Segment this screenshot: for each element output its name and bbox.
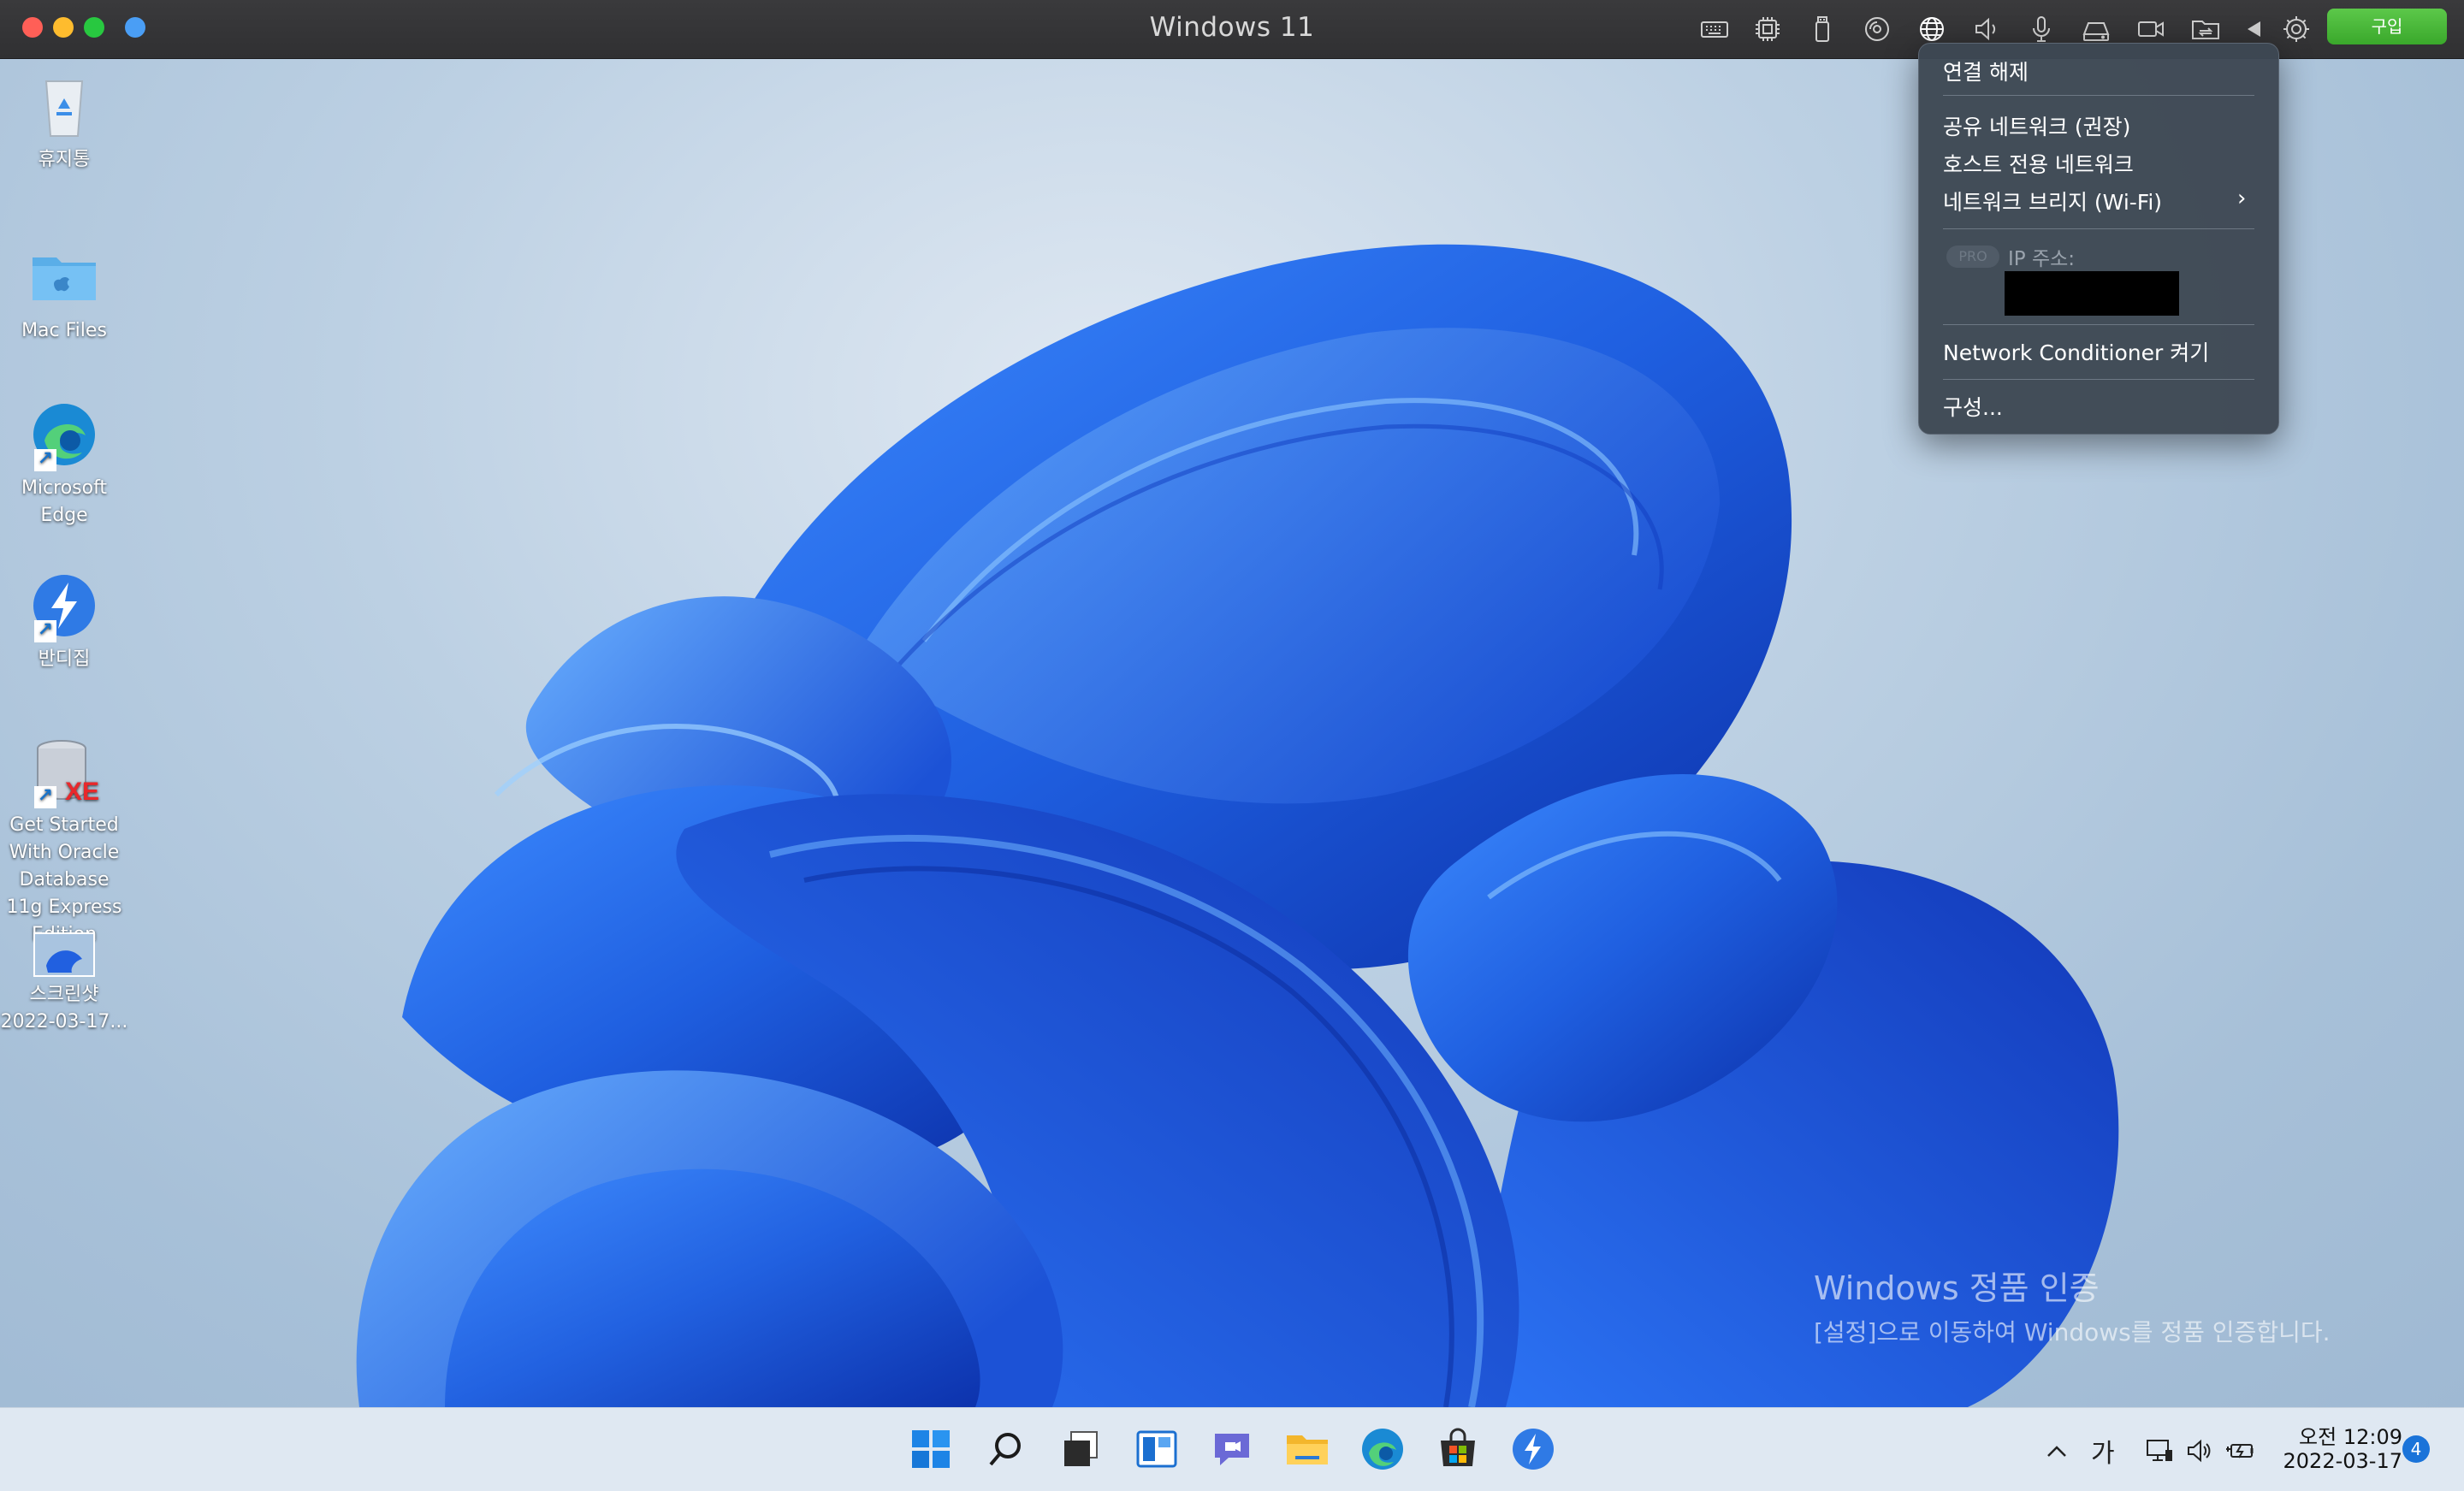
edge-icon: ↗ [27,398,101,471]
windows-start-icon[interactable] [907,1425,955,1473]
fullscreen-window-button[interactable] [84,17,104,38]
desktop-icon-oracle-database[interactable]: XE ↗ Get Started With Oracle Database 11… [0,735,128,949]
menu-separator [1943,379,2254,380]
ime-indicator[interactable]: 가 [2091,1432,2115,1470]
desktop-icon-label: Mac Files [21,320,107,341]
gear-icon[interactable] [2279,12,2313,46]
volume-icon[interactable] [2182,1434,2216,1468]
minimize-window-button[interactable] [53,17,74,38]
menu-item-configure[interactable]: 구성... [1943,391,2003,422]
close-window-button[interactable] [22,17,43,38]
desktop-icon-recycle-bin[interactable]: 휴지통 [0,69,128,174]
arrow-left-icon[interactable] [2236,12,2271,46]
recycle-bin-icon [27,69,101,143]
notification-badge[interactable]: 4 [2402,1435,2430,1463]
menu-separator [1943,324,2254,325]
teams-chat-icon[interactable] [1208,1425,1256,1473]
widgets-icon[interactable] [1133,1425,1181,1473]
desktop-icon-label: 휴지통 [38,149,91,170]
microphone-icon[interactable] [2024,12,2058,46]
menu-item-network-conditioner[interactable]: Network Conditioner 켜기 [1943,336,2209,367]
menu-item-disconnect[interactable]: 연결 해제 [1943,56,2029,86]
menu-item-bridged-network[interactable]: 네트워크 브리지 (Wi-Fi) [1943,186,2162,216]
usb-icon[interactable] [1805,12,1839,46]
search-icon[interactable] [982,1425,1030,1473]
keyboard-icon[interactable] [1697,12,1732,46]
network-dropdown-menu: 연결 해제 공유 네트워크 (권장) 호스트 전용 네트워크 네트워크 브리지 … [1918,43,2279,435]
database-icon: XE ↗ [27,735,101,808]
clock-time[interactable]: 오전 12:09 [2266,1420,2402,1450]
windows-taskbar: 가 오전 12:09 2022-03-17 4 [0,1407,2464,1491]
window-title: Windows 11 [1149,12,1315,43]
image-thumbnail-icon [27,932,101,978]
speaker-icon[interactable] [1969,12,2004,46]
desktop-icon-label: 반디집 [38,648,91,670]
battery-charging-icon[interactable] [2224,1434,2259,1468]
bandizip-icon[interactable] [1509,1425,1557,1473]
desktop-icon-microsoft-edge[interactable]: ↗ Microsoft Edge [0,398,128,530]
task-view-icon[interactable] [1057,1425,1105,1473]
bandizip-icon: ↗ [27,569,101,642]
shared-folder-icon[interactable] [2189,12,2223,46]
shortcut-arrow-icon: ↗ [34,786,56,808]
shortcut-arrow-icon: ↗ [34,449,56,471]
coherence-button[interactable] [125,17,145,38]
buy-button[interactable]: 구입 [2327,9,2447,44]
drive-icon[interactable] [2079,12,2113,46]
chevron-right-icon: › [2237,186,2247,211]
edge-icon[interactable] [1359,1425,1407,1473]
desktop-icon-label: Microsoft Edge [21,477,108,526]
cpu-icon[interactable] [1750,12,1785,46]
ip-address-redacted [2005,271,2179,316]
activation-watermark: Windows 정품 인증 [설정]으로 이동하여 Windows를 정품 인증… [1814,1262,2331,1348]
menu-separator [1943,95,2254,96]
camera-icon[interactable] [2134,12,2168,46]
menu-item-shared-network[interactable]: 공유 네트워크 (권장) [1943,110,2130,141]
desktop-icon-label: Get Started With Oracle Database 11g Exp… [6,814,122,945]
desktop-icon-mac-files[interactable]: Mac Files [0,240,128,345]
desktop-icon-bandizip[interactable]: ↗ 반디집 [0,569,128,673]
svg-text:XE: XE [65,778,99,806]
pro-badge: PRO [1946,246,1999,268]
store-icon[interactable] [1434,1425,1482,1473]
desktop-icon-label: 스크린샷 2022-03-17... [0,984,128,1032]
menu-item-host-only-network[interactable]: 호스트 전용 네트워크 [1943,148,2134,179]
ip-address-label: IP 주소: [2008,248,2076,270]
activation-subtitle: [설정]으로 이동하여 Windows를 정품 인증합니다. [1814,1318,2331,1346]
clock-date[interactable]: 2022-03-17 [2266,1449,2402,1473]
chevron-up-icon[interactable] [2040,1434,2074,1468]
desktop-icon-screenshot[interactable]: 스크린샷 2022-03-17... [0,932,128,1036]
globe-network-icon[interactable] [1915,12,1949,46]
file-explorer-icon[interactable] [1283,1425,1331,1473]
shortcut-arrow-icon: ↗ [34,620,56,642]
mac-folder-icon [27,240,101,314]
cd-icon[interactable] [1860,12,1894,46]
activation-title: Windows 정품 인증 [1814,1269,2100,1307]
menu-separator [1943,228,2254,229]
network-monitor-icon[interactable] [2142,1434,2177,1468]
